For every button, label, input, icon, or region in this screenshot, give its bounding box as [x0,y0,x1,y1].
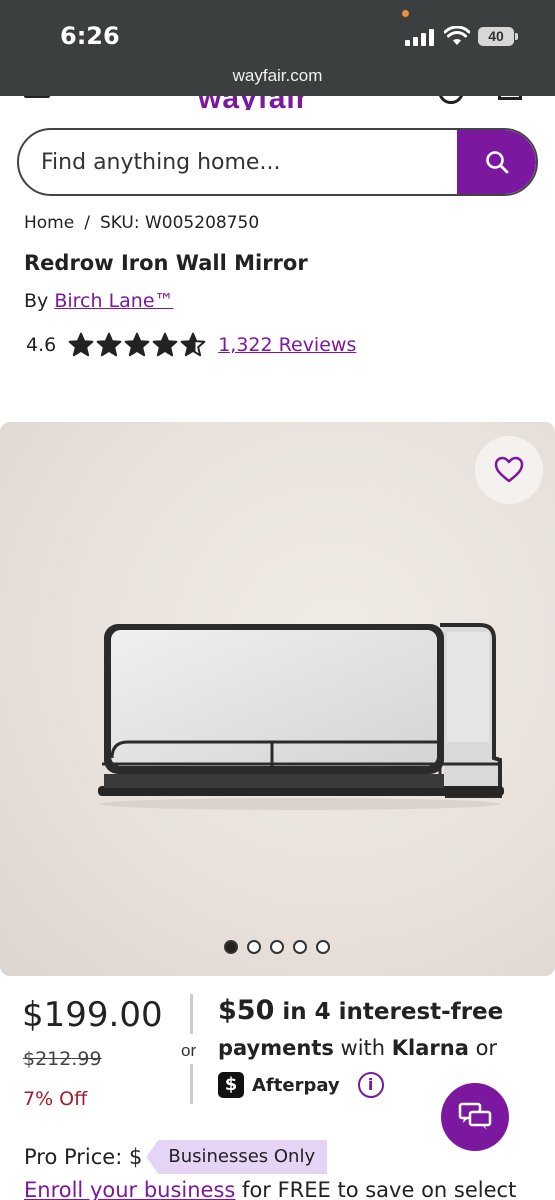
pro-price-row: Pro Price: $ Businesses Only [24,1140,328,1174]
enroll-text: Enroll your business for FREE to save on… [24,1178,516,1200]
privacy-indicator-icon [402,10,409,17]
rating-row: 4.6 1,322 Reviews [26,330,356,360]
chat-icon [458,1102,492,1130]
klarna-amount: $50 [218,995,275,1026]
klarna-offer-line1: $50 in 4 interest-free [218,995,503,1026]
search-input[interactable] [19,130,457,194]
enroll-rest: for FREE to save on select [235,1178,517,1200]
breadcrumb-separator: / [84,213,90,233]
pagination-dot[interactable] [224,940,238,954]
klarna-or: or [468,1036,498,1060]
afterpay-offer: $ Afterpay i [218,1072,384,1098]
pro-price-label: Pro Price: $ [24,1145,143,1169]
search-button[interactable] [457,130,536,194]
menu-icon[interactable] [24,96,50,98]
divider [190,994,193,1034]
businesses-only-badge: Businesses Only [146,1140,328,1174]
star-half-icon [180,332,206,357]
afterpay-label: Afterpay [252,1074,340,1096]
cellular-signal-icon [405,28,435,46]
wayfair-logo[interactable]: wayfair [198,96,308,110]
product-image [98,623,504,810]
klarna-with: with [333,1036,392,1060]
account-icon[interactable] [438,96,464,104]
image-pagination [224,940,330,954]
divider [190,1064,193,1104]
cart-icon[interactable] [498,96,522,100]
product-image-gallery[interactable] [0,422,555,976]
star-full-icon [96,332,122,357]
pagination-dot[interactable] [247,940,261,954]
klarna-payments: payments [218,1036,334,1060]
search-bar [17,128,538,196]
star-full-icon [152,332,178,357]
address-bar[interactable]: wayfair.com [0,66,555,86]
original-price: $212.99 [23,1048,102,1070]
wifi-icon [444,26,470,45]
heart-icon [494,456,524,483]
product-byline: By Birch Lane™ [24,290,174,312]
breadcrumb-sku: SKU: W005208750 [99,213,260,233]
enroll-link[interactable]: Enroll your business [24,1178,235,1200]
klarna-brand: Klarna [391,1036,469,1060]
klarna-text: in 4 interest-free [274,999,504,1025]
rating-value: 4.6 [26,334,57,356]
or-label: or [181,1041,197,1060]
breadcrumb-home[interactable]: Home [24,213,74,233]
pagination-dot[interactable] [270,940,284,954]
status-time: 6:26 [60,22,120,50]
star-full-icon [124,332,150,357]
by-label: By [24,290,49,312]
favorite-button[interactable] [475,436,543,504]
reviews-link[interactable]: 1,322 Reviews [218,334,356,356]
browser-status-bar: 6:26 40 wayfair.com [0,0,555,96]
brand-link[interactable]: Birch Lane™ [54,290,173,312]
afterpay-icon: $ [218,1072,244,1098]
klarna-offer-line2: payments with Klarna or [218,1036,497,1060]
battery-icon: 40 [478,27,518,46]
discount-label: 7% Off [23,1088,88,1110]
star-full-icon [68,332,94,357]
product-title: Redrow Iron Wall Mirror [24,251,308,275]
sale-price: $199.00 [22,995,163,1035]
pagination-dot[interactable] [316,940,330,954]
breadcrumb: Home / SKU: W005208750 [24,213,259,233]
info-icon[interactable]: i [357,1072,384,1098]
chat-button[interactable] [441,1083,509,1151]
pagination-dot[interactable] [293,940,307,954]
search-icon [485,151,508,174]
star-rating [68,332,206,358]
site-header: wayfair [0,96,555,110]
